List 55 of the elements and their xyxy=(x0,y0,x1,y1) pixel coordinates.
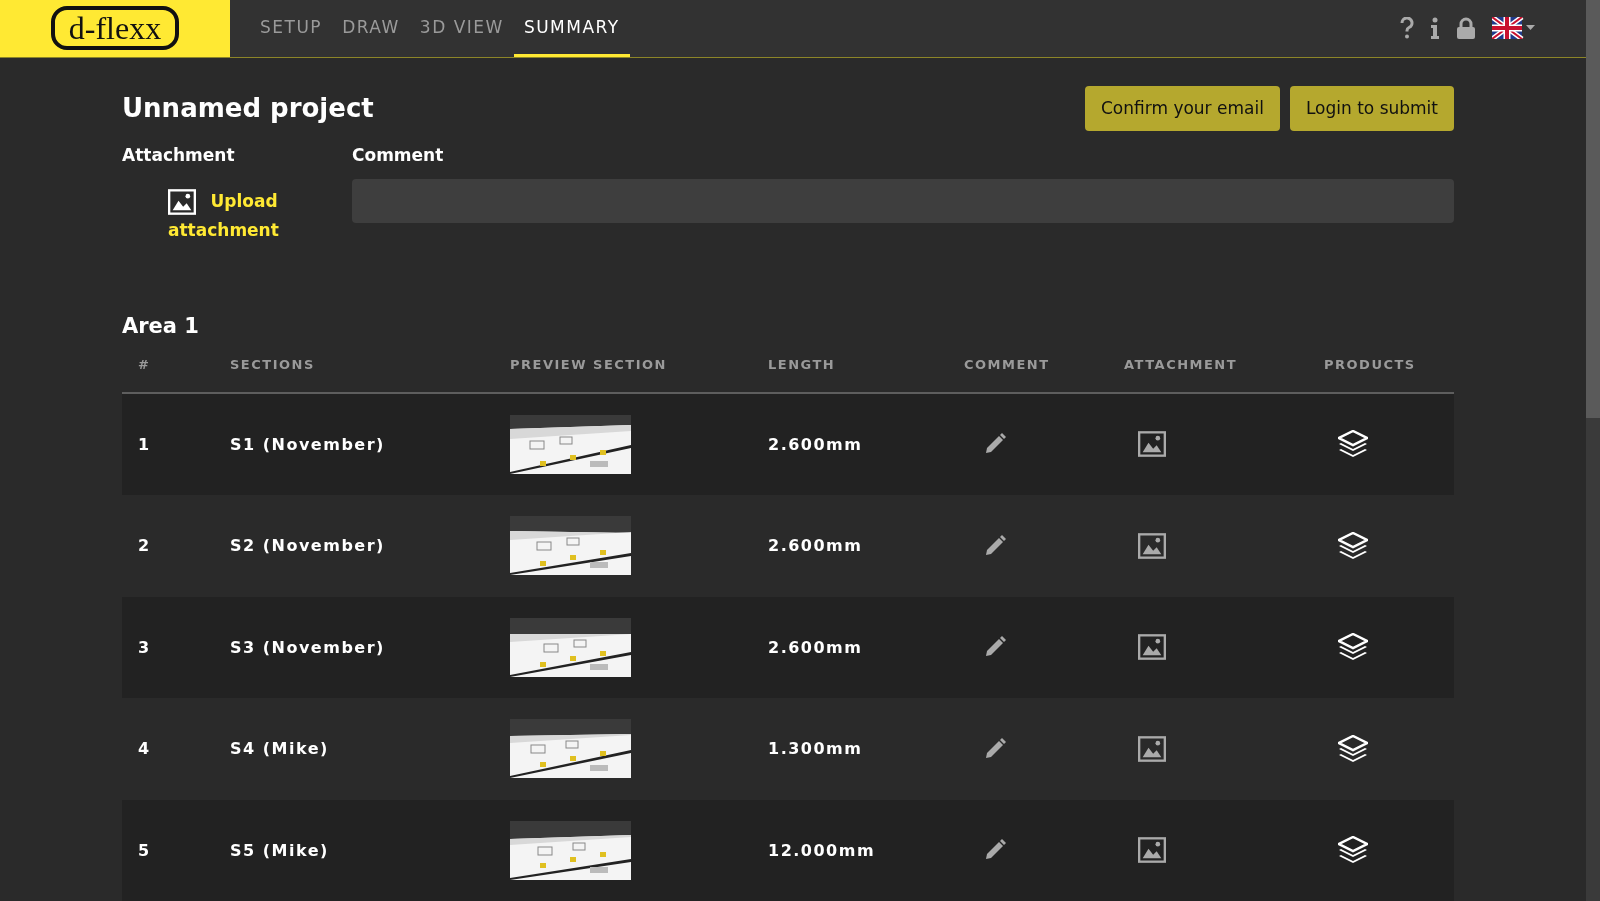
pencil-icon[interactable] xyxy=(984,839,1006,862)
login-button[interactable]: Login to submit xyxy=(1289,85,1454,131)
layers-icon[interactable] xyxy=(1338,633,1368,662)
nav-tab[interactable]: 3D VIEW xyxy=(409,0,514,57)
column-header: PREVIEW SECTION xyxy=(509,357,668,372)
table-cell-text: 12.000mm xyxy=(767,840,877,860)
table-cell-text: 2.600mm xyxy=(767,637,864,657)
image-icon xyxy=(168,187,197,216)
table-cell-text: S3 (November) xyxy=(229,637,386,657)
flag-icon[interactable] xyxy=(1492,17,1536,40)
help-icon[interactable] xyxy=(1400,17,1414,40)
project-title: Unnamed project xyxy=(122,93,374,123)
table-cell-text: S2 (November) xyxy=(229,536,386,556)
table-cell-text: 1.300mm xyxy=(767,739,864,759)
table-cell-text: 4 xyxy=(137,739,152,759)
attachment-label: Attachment xyxy=(122,144,236,165)
column-header: # xyxy=(137,357,152,372)
column-header: SECTIONS xyxy=(229,357,316,372)
scrollbar-thumb[interactable] xyxy=(1586,0,1600,418)
lock-icon[interactable] xyxy=(1456,17,1476,40)
column-header: PRODUCTS xyxy=(1323,357,1417,372)
table-cell-text: 1 xyxy=(137,434,152,454)
area-title: Area 1 xyxy=(122,313,200,338)
table-cell-text: 5 xyxy=(137,840,152,860)
column-header: COMMENT xyxy=(963,357,1051,372)
table-cell-text: 2 xyxy=(137,536,152,556)
layers-icon[interactable] xyxy=(1338,836,1368,865)
image-icon xyxy=(1138,633,1166,662)
pencil-icon[interactable] xyxy=(984,433,1006,456)
table-cell-text: S4 (Mike) xyxy=(229,739,330,759)
info-icon[interactable] xyxy=(1430,17,1440,40)
layers-icon[interactable] xyxy=(1338,430,1368,459)
upload-link[interactable]: Upload attachment xyxy=(168,186,278,244)
table-cell-text: 2.600mm xyxy=(767,434,864,454)
confirm-email-button[interactable]: Confirm your email xyxy=(1084,85,1280,131)
column-header: ATTACHMENT xyxy=(1123,357,1239,372)
nav-tab[interactable]: SETUP xyxy=(250,0,333,57)
comment-label: Comment xyxy=(352,144,445,165)
nav-tab[interactable]: DRAW xyxy=(332,0,410,57)
pencil-icon[interactable] xyxy=(984,636,1006,659)
table-cell-text: 3 xyxy=(137,637,152,657)
logo[interactable]: d-flexx xyxy=(50,6,180,51)
table-cell-text: 2.600mm xyxy=(767,536,864,556)
layers-icon[interactable] xyxy=(1338,734,1368,763)
layers-icon[interactable] xyxy=(1338,531,1368,560)
image-icon xyxy=(1138,430,1166,459)
table-cell-text: S5 (Mike) xyxy=(229,840,330,860)
image-icon xyxy=(1138,531,1166,560)
image-icon xyxy=(1138,836,1166,865)
column-header: LENGTH xyxy=(767,357,837,372)
table-cell-text: S1 (November) xyxy=(229,434,386,454)
pencil-icon[interactable] xyxy=(984,737,1006,760)
image-icon xyxy=(1138,734,1166,763)
pencil-icon[interactable] xyxy=(984,534,1006,557)
nav-tab[interactable]: SUMMARY xyxy=(513,0,630,57)
